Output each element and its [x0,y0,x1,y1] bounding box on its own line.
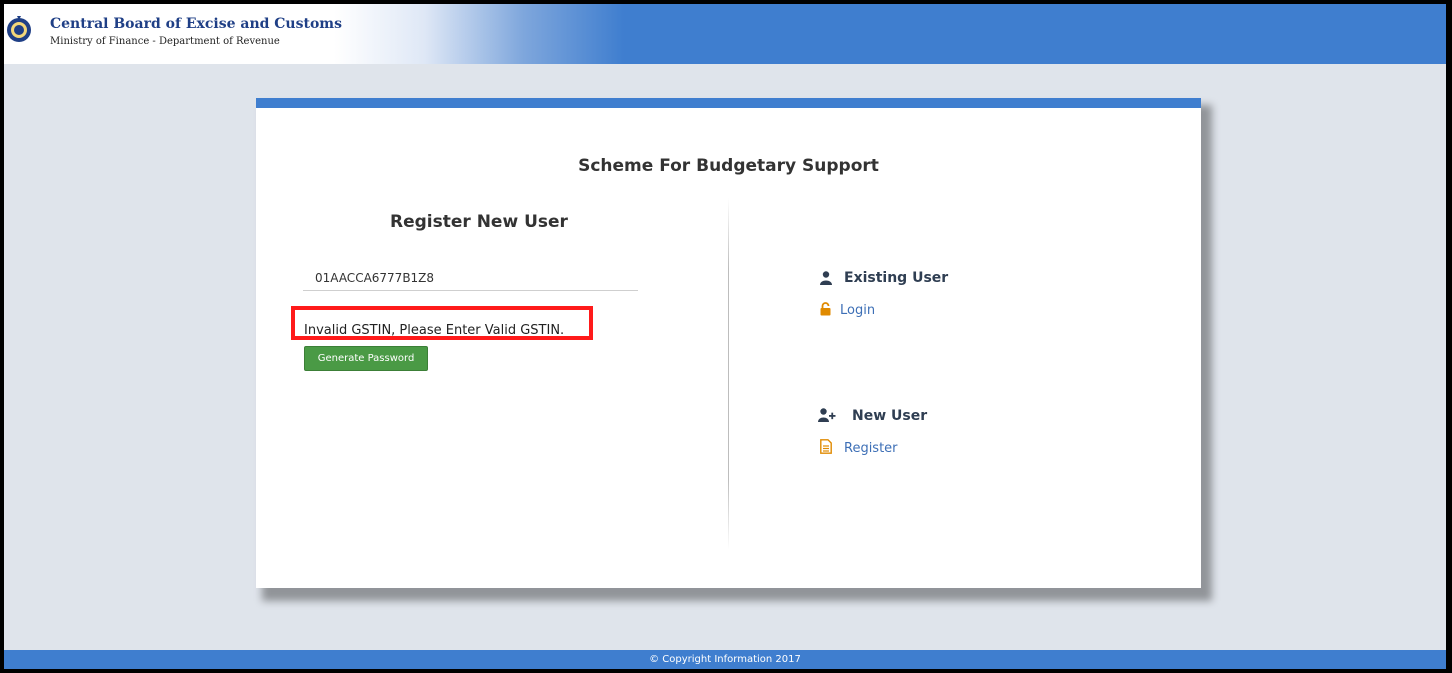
org-subtitle: Ministry of Finance - Department of Reve… [50,36,280,47]
footer-copyright: © Copyright Information 2017 [4,650,1446,669]
register-heading: Register New User [390,212,568,232]
register-link[interactable]: Register [844,441,898,456]
emblem-icon [7,16,31,42]
document-icon [820,439,832,454]
user-icon [820,271,832,285]
existing-user-heading: Existing User [844,270,949,286]
new-user-heading: New User [852,408,928,424]
user-plus-icon [818,408,836,422]
org-name: Central Board of Excise and Customs [50,16,342,32]
vertical-divider [728,198,729,550]
generate-password-button[interactable]: Generate Password [304,346,428,371]
error-message: Invalid GSTIN, Please Enter Valid GSTIN. [304,323,565,338]
unlock-icon [820,302,831,316]
login-link[interactable]: Login [840,303,875,318]
gstin-input[interactable] [303,265,638,291]
auth-card: Scheme For Budgetary Support Register Ne… [256,98,1201,588]
header-banner: Central Board of Excise and Customs Mini… [4,4,1446,64]
page-title: Scheme For Budgetary Support [578,156,879,176]
app-window: Central Board of Excise and Customs Mini… [4,4,1446,669]
